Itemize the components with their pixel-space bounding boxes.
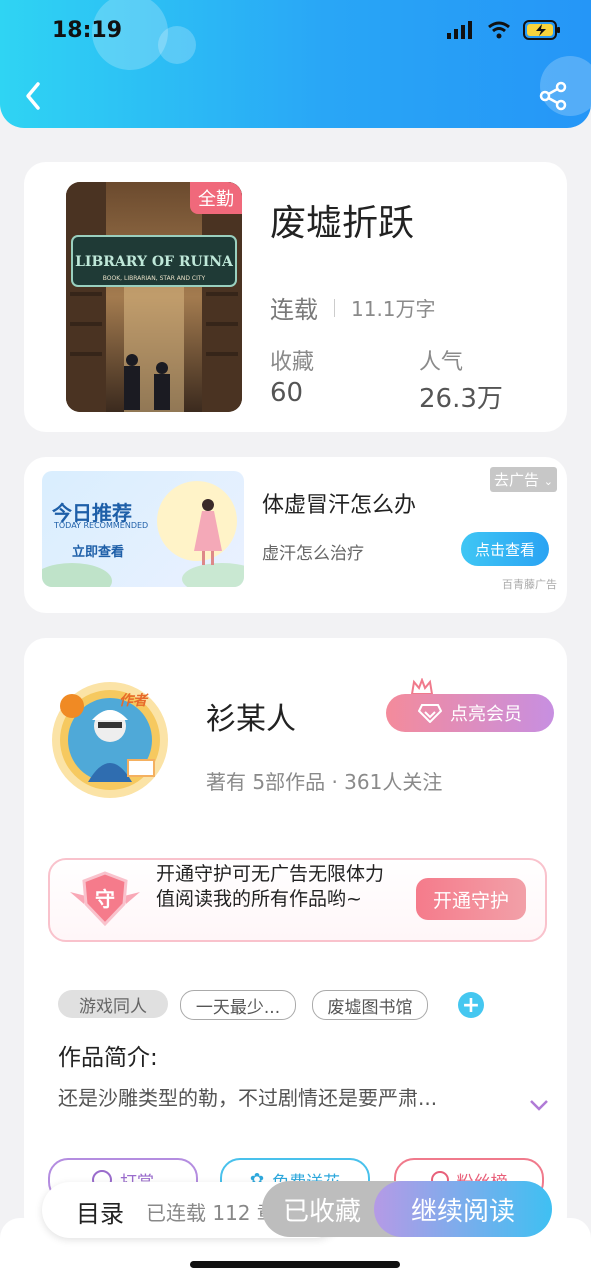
tag-item[interactable]: 一天最少... xyxy=(180,990,296,1020)
tag-item[interactable]: 游戏同人 xyxy=(58,990,168,1018)
favorites-label: 收藏 xyxy=(270,350,315,375)
plus-icon: + xyxy=(461,992,481,1018)
followers-count: 361 xyxy=(344,770,383,794)
author-card: 作者 衫某人 著有 5部作品 · 361人关注 点亮会员 守 开通守护可无广告无… xyxy=(24,638,567,1238)
favorites-value: 60 xyxy=(270,378,304,408)
guard-shield-icon: 守 xyxy=(70,871,140,927)
serial-status: 连载 xyxy=(270,296,318,324)
works-count: 5 xyxy=(252,770,266,794)
word-count: 11.1万字 xyxy=(351,297,436,321)
works-suffix: 部作品 · xyxy=(265,770,338,794)
diamond-icon xyxy=(418,704,442,723)
ad-subtitle: 虚汗怎么治疗 xyxy=(262,544,364,564)
signal-icon xyxy=(447,21,472,39)
guard-promo: 守 开通守护可无广告无限体力值阅读我的所有作品哟~ 开通守护 xyxy=(48,858,547,942)
activate-vip-button[interactable]: 点亮会员 xyxy=(386,694,554,732)
book-cover[interactable]: LIBRARY OF RUINA BOOK, LIBRARIAN, STAR A… xyxy=(66,182,242,412)
status-time: 18:19 xyxy=(52,18,123,43)
book-status-line: 连载 11.1万字 xyxy=(270,290,436,325)
author-avatar[interactable] xyxy=(48,678,172,802)
cover-art-title: LIBRARY OF RUINA xyxy=(75,254,234,270)
works-prefix: 著有 xyxy=(206,770,246,794)
decor-bubble xyxy=(158,26,196,64)
vip-button-label: 点亮会员 xyxy=(450,704,522,725)
guard-promo-text: 开通守护可无广告无限体力值阅读我的所有作品哟~ xyxy=(156,863,385,910)
intro-title: 作品简介: xyxy=(58,1045,158,1071)
back-icon[interactable] xyxy=(20,80,48,112)
intro-text: 还是沙雕类型的勒，不过剧情还是要严肃... xyxy=(58,1086,438,1110)
remove-ad-button[interactable]: 去广告 ⌄ xyxy=(490,467,558,492)
home-indicator[interactable] xyxy=(190,1261,400,1268)
ad-source: 百青藤广告 xyxy=(502,578,557,591)
divider xyxy=(334,298,335,317)
wifi-icon xyxy=(488,21,510,39)
favorited-label: 已收藏 xyxy=(282,1196,361,1227)
battery-icon xyxy=(523,20,560,40)
guard-icon-label: 守 xyxy=(95,887,115,911)
open-guard-button[interactable]: 开通守护 xyxy=(416,878,526,920)
ad-banner-cta: 立即查看 xyxy=(72,545,125,560)
ad-card[interactable]: 今日推荐 TODAY RECOMMENDED 立即查看 体虚冒汗怎么办 虚汗怎么… xyxy=(24,457,567,613)
chevron-down-icon[interactable] xyxy=(528,1098,550,1112)
cover-art-subtitle: BOOK, LIBRARIAN, STAR AND CITY xyxy=(103,275,206,282)
tag-item[interactable]: 废墟图书馆 xyxy=(312,990,428,1020)
book-info-card: LIBRARY OF RUINA BOOK, LIBRARIAN, STAR A… xyxy=(24,162,567,432)
chapter-count: 已连载 112 章 xyxy=(146,1201,277,1225)
author-stats: 著有 5部作品 · 361人关注 xyxy=(206,766,442,795)
ad-banner[interactable]: 今日推荐 TODAY RECOMMENDED 立即查看 xyxy=(42,471,244,587)
ad-title[interactable]: 体虚冒汗怎么办 xyxy=(262,487,416,519)
status-icons xyxy=(447,20,561,40)
book-title: 废墟折跃 xyxy=(270,203,415,244)
share-icon[interactable] xyxy=(537,80,569,112)
add-tag-button[interactable]: + xyxy=(458,992,484,1018)
ad-view-button[interactable]: 点击查看 xyxy=(461,532,549,566)
book-cover-art: LIBRARY OF RUINA BOOK, LIBRARIAN, STAR A… xyxy=(66,182,242,412)
toc-label: 目录 xyxy=(76,1200,124,1228)
author-badge: 作者 xyxy=(119,693,147,709)
ad-banner-subtitle: TODAY RECOMMENDED xyxy=(54,521,149,530)
popularity-value: 26.3万 xyxy=(419,384,503,414)
followers-suffix: 人关注 xyxy=(382,770,443,794)
full-attendance-badge: 全勤 xyxy=(190,182,242,214)
remove-ad-label: 去广告 xyxy=(494,471,540,489)
continue-reading-button[interactable]: 继续阅读 xyxy=(374,1181,552,1237)
popularity-label: 人气 xyxy=(419,350,464,375)
author-name: 衫某人 xyxy=(206,702,296,737)
chevron-down-icon: ⌄ xyxy=(543,475,554,488)
